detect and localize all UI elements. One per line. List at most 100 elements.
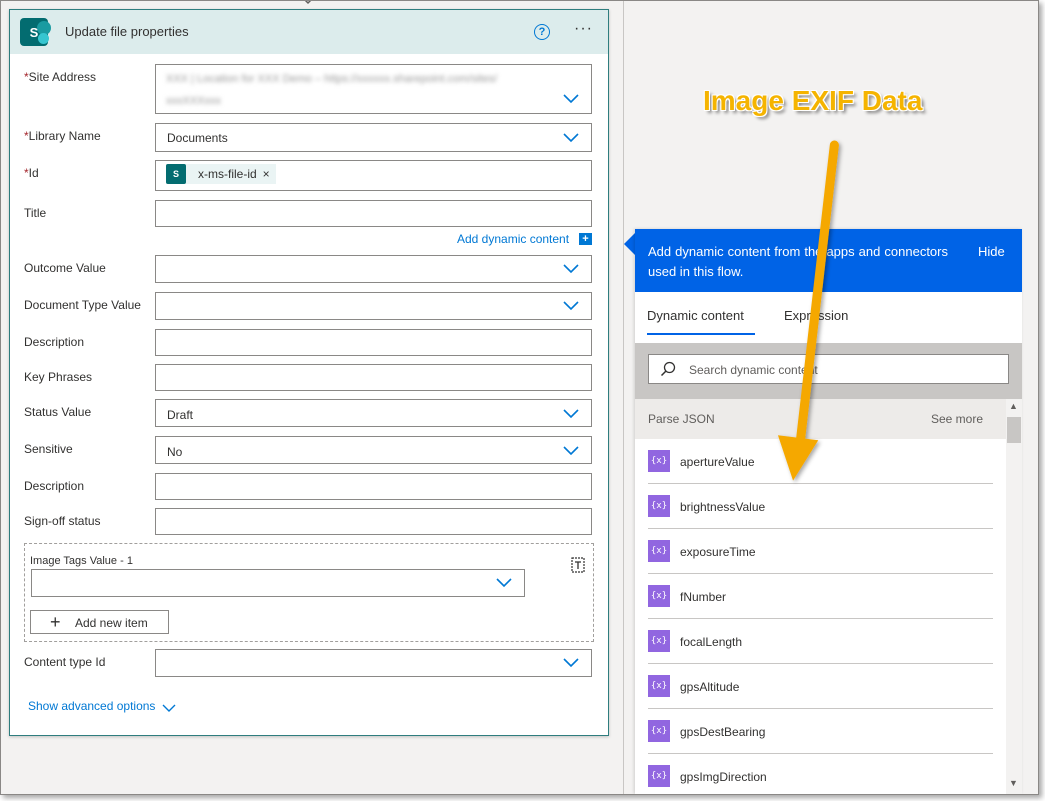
sign-off-status-input[interactable] [155, 508, 592, 535]
pane-pointer [624, 233, 635, 255]
library-name-value: Documents [167, 131, 228, 145]
variable-icon: {x} [648, 585, 670, 607]
dynamic-item-label: gpsImgDirection [680, 770, 767, 784]
dynamic-item-label: apertureValue [680, 455, 755, 469]
variable-icon: {x} [648, 765, 670, 787]
file-id-token[interactable]: S x-ms-file-id × [166, 164, 276, 184]
token-label: x-ms-file-id [198, 167, 257, 181]
variable-icon: {x} [648, 675, 670, 697]
key-phrases-input[interactable] [155, 364, 592, 391]
sign-off-status-label: Sign-off status [24, 514, 101, 528]
canvas-divider [623, 1, 624, 794]
scroll-up-icon[interactable]: ▲ [1009, 401, 1018, 411]
dynamic-item[interactable]: {x} gpsImgDirection [648, 754, 993, 794]
key-phrases-label: Key Phrases [24, 370, 93, 384]
dynamic-item[interactable]: {x} apertureValue [648, 439, 993, 484]
dynamic-item-label: focalLength [680, 635, 743, 649]
chevron-down-icon[interactable] [563, 446, 579, 456]
search-placeholder: Search dynamic content [689, 363, 818, 377]
site-address-value-line1: XXX | Location for XXX Demo – https://xx… [166, 73, 498, 85]
chevron-down-icon[interactable] [162, 700, 176, 718]
description-label: Description [24, 335, 85, 349]
site-address-dropdown[interactable]: XXX | Location for XXX Demo – https://xx… [155, 64, 592, 114]
site-address-value-line2: xxxXXXxxx [166, 95, 222, 107]
tab-dynamic-content[interactable]: Dynamic content [647, 308, 744, 323]
sharepoint-icon: S [20, 18, 51, 46]
outcome-value-label: Outcome Value [24, 261, 106, 275]
more-options-icon[interactable]: ··· [574, 20, 593, 38]
dynamic-item[interactable]: {x} brightnessValue [648, 484, 993, 529]
dynamic-item-label: exposureTime [680, 545, 756, 559]
see-more-link[interactable]: See more [931, 412, 983, 426]
chevron-down-icon[interactable] [563, 133, 579, 143]
hide-pane-link[interactable]: Hide [978, 244, 1005, 259]
annotation-title: Image EXIF Data [703, 85, 923, 116]
content-type-id-label: Content type Id [24, 655, 106, 669]
plus-icon: + [50, 612, 61, 632]
variable-icon: {x} [648, 495, 670, 517]
active-tab-indicator [647, 333, 755, 335]
dynamic-item-label: brightnessValue [680, 500, 766, 514]
chevron-down-icon[interactable] [496, 578, 512, 588]
title-input[interactable] [155, 200, 592, 227]
image-tags-dropdown[interactable] [31, 569, 525, 597]
remove-token-icon[interactable]: × [263, 167, 270, 181]
dynamic-item-label: fNumber [680, 590, 727, 604]
dynamic-item[interactable]: {x} fNumber [648, 574, 993, 619]
outcome-value-dropdown[interactable] [155, 255, 592, 283]
image-tags-array: Image Tags Value - 1 + Add new item [24, 543, 594, 642]
chevron-down-icon[interactable] [563, 301, 579, 311]
variable-icon: {x} [648, 630, 670, 652]
sensitive-value: No [167, 445, 183, 459]
variable-icon: {x} [648, 720, 670, 742]
dynamic-item-label: gpsDestBearing [680, 725, 766, 739]
description-2-input[interactable] [155, 473, 592, 500]
scroll-down-icon[interactable]: ▼ [1009, 778, 1018, 788]
search-input[interactable]: Search dynamic content [648, 354, 1009, 384]
delete-item-icon[interactable] [570, 556, 585, 573]
show-advanced-options-link[interactable]: Show advanced options [28, 699, 155, 713]
dynamic-item[interactable]: {x} focalLength [648, 619, 993, 664]
site-address-label: *Site Address [24, 70, 97, 84]
title-label: Title [24, 206, 47, 220]
scroll-thumb[interactable] [1007, 417, 1021, 443]
connector-arrow-icon [301, 1, 315, 5]
dynamic-item[interactable]: {x} exposureTime [648, 529, 993, 574]
document-type-value-label: Document Type Value [24, 298, 141, 312]
library-name-dropdown[interactable]: Documents [155, 123, 592, 152]
search-icon [660, 361, 676, 377]
id-input[interactable]: S x-ms-file-id × [155, 160, 592, 191]
group-name: Parse JSON [648, 412, 715, 426]
sensitive-dropdown[interactable]: No [155, 436, 592, 464]
dynamic-content-pane: Add dynamic content from the apps and co… [635, 229, 1022, 794]
add-dynamic-content-icon[interactable]: + [579, 233, 592, 245]
dynamic-item[interactable]: {x} gpsDestBearing [648, 709, 993, 754]
pane-header: Add dynamic content from the apps and co… [635, 229, 1022, 292]
tab-expression[interactable]: Expression [784, 308, 848, 323]
chevron-down-icon[interactable] [563, 264, 579, 274]
sharepoint-icon: S [166, 164, 186, 184]
chevron-down-icon[interactable] [563, 658, 579, 668]
add-dynamic-content-link[interactable]: Add dynamic content [457, 232, 569, 246]
description-input[interactable] [155, 329, 592, 356]
status-value-label: Status Value [24, 405, 92, 419]
parse-json-group-header: Parse JSON See more [635, 399, 1007, 439]
app-frame: S Update file properties ? ··· *Site Add… [0, 0, 1039, 795]
chevron-down-icon[interactable] [563, 409, 579, 419]
add-new-item-button[interactable]: + Add new item [30, 610, 169, 634]
pane-header-message: Add dynamic content from the apps and co… [648, 244, 948, 279]
document-type-value-dropdown[interactable] [155, 292, 592, 320]
dynamic-item-label: gpsAltitude [680, 680, 740, 694]
dynamic-item[interactable]: {x} gpsAltitude [648, 664, 993, 709]
pane-scrollbar[interactable]: ▲ ▼ [1006, 399, 1022, 794]
update-file-properties-card: S Update file properties ? ··· *Site Add… [9, 9, 609, 736]
search-area: Search dynamic content [635, 343, 1022, 399]
description-2-label: Description [24, 479, 85, 493]
card-header[interactable]: S Update file properties ? ··· [10, 10, 608, 54]
status-value-dropdown[interactable]: Draft [155, 399, 592, 427]
chevron-down-icon[interactable] [563, 94, 579, 104]
content-type-id-dropdown[interactable] [155, 649, 592, 677]
variable-icon: {x} [648, 450, 670, 472]
help-icon[interactable]: ? [534, 24, 550, 40]
add-new-item-label: Add new item [75, 616, 148, 630]
